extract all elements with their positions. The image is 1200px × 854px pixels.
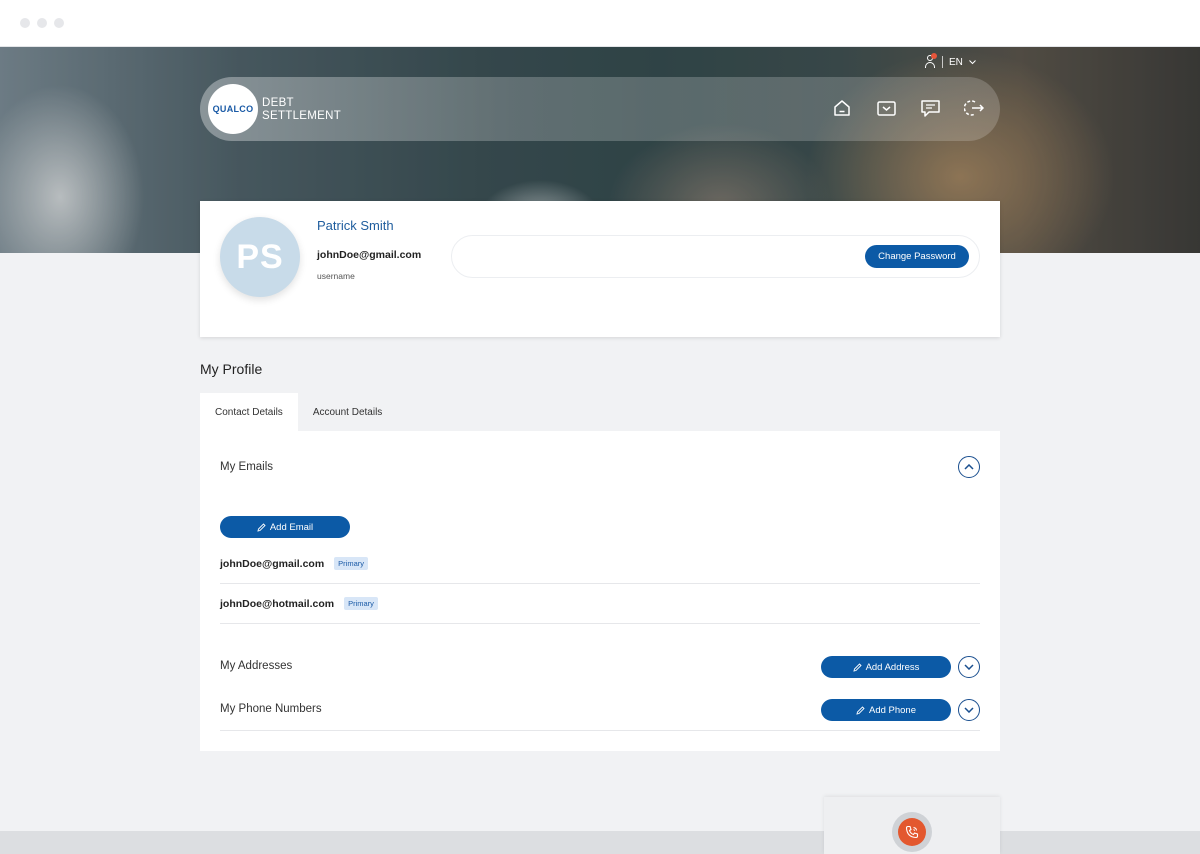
brand-title: DEBT SETTLEMENT [262,97,341,123]
profile-card: PS Patrick Smith johnDoe@gmail.com usern… [200,201,1000,337]
chevron-down-icon[interactable] [969,59,976,65]
window-chrome [0,0,1200,47]
page-title: My Profile [200,361,263,377]
notification-dot [931,53,937,59]
top-navigation: QUALCO DEBT SETTLEMENT [200,77,1000,141]
language-separator [942,56,943,68]
add-email-button[interactable]: Add Email [220,516,350,538]
add-email-label: Add Email [269,521,314,533]
pencil-icon [852,662,862,672]
divider [220,730,980,731]
pencil-icon [257,522,266,532]
add-phone-label: Add Phone [868,704,916,716]
emails-heading: My Emails [220,461,274,473]
user-name: Patrick Smith [317,218,394,233]
add-address-label: Add Address [865,661,920,673]
avatar: PS [220,217,300,297]
phones-expand-button[interactable] [958,699,980,721]
addresses-heading: My Addresses [220,660,293,672]
home-icon[interactable] [832,97,852,119]
primary-badge: Primary [334,557,369,570]
emails-collapse-button[interactable] [958,456,980,478]
user-icon[interactable] [924,53,937,69]
email-row: johnDoe@hotmail.com Primary [220,584,980,624]
phones-heading: My Phone Numbers [220,703,322,715]
window-maximize-dot[interactable] [54,18,64,28]
tab-account-details[interactable]: Account Details [298,393,397,431]
addresses-expand-button[interactable] [958,656,980,678]
add-address-button[interactable]: Add Address [821,656,951,678]
primary-badge: Primary [344,597,378,610]
logout-icon[interactable] [964,97,984,119]
email-address: johnDoe@gmail.com [220,557,325,570]
contact-details-panel: My Emails Add Email johnDoe@gmail.com Pr… [200,431,1000,751]
logo-text: QUALCO [212,104,254,114]
phone-icon [905,825,919,839]
user-email-label: username [317,271,355,281]
brand-line-1: DEBT [262,97,294,109]
call-button[interactable] [892,812,932,852]
profile-tabs: Contact Details Account Details [200,393,397,431]
chevron-down-icon [964,707,974,713]
brand-line-2: SETTLEMENT [262,110,342,122]
password-panel: Change Password [451,235,980,278]
email-address: johnDoe@hotmail.com [220,597,335,610]
email-row: johnDoe@gmail.com Primary [220,544,980,584]
change-password-button[interactable]: Change Password [865,245,969,268]
chevron-down-icon [964,664,974,670]
qualco-logo[interactable]: QUALCO [208,84,258,134]
user-email: johnDoe@gmail.com [317,249,422,261]
inbox-icon[interactable] [876,97,896,119]
chat-icon[interactable] [920,97,940,119]
language-selector[interactable]: EN [949,57,963,68]
window-close-dot[interactable] [20,18,30,28]
chevron-up-icon [964,464,974,470]
tab-contact-details[interactable]: Contact Details [200,393,298,431]
pencil-icon [856,705,865,715]
language-bar: EN [924,53,976,69]
window-minimize-dot[interactable] [37,18,47,28]
page-footer [0,831,1200,854]
avatar-initials: PS [236,237,284,276]
call-widget [824,797,1000,854]
add-phone-button[interactable]: Add Phone [821,699,951,721]
